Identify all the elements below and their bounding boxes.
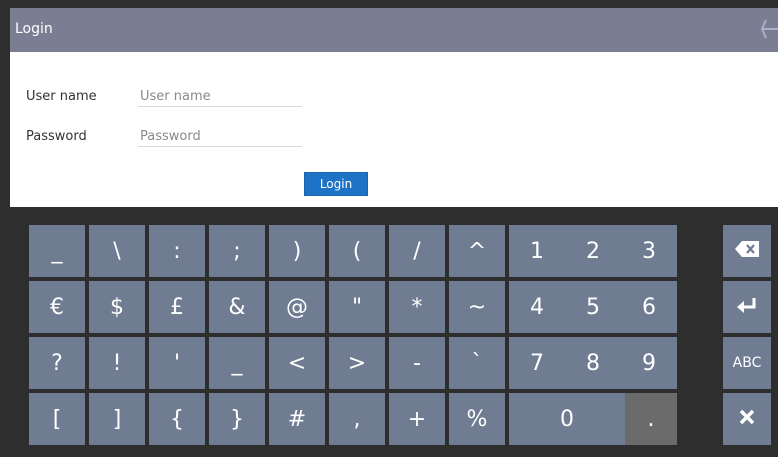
key-3[interactable]: 3 xyxy=(621,225,677,277)
key-underscore[interactable]: _ xyxy=(29,225,85,277)
app-window: Login User name Password Login _ \ : ; )… xyxy=(0,0,778,457)
key-euro[interactable]: € xyxy=(29,281,85,333)
key-7[interactable]: 7 xyxy=(509,337,565,389)
key-open-paren[interactable]: ( xyxy=(329,225,385,277)
key-2[interactable]: 2 xyxy=(565,225,621,277)
key-minus[interactable]: - xyxy=(389,337,445,389)
key-open-bracket[interactable]: [ xyxy=(29,393,85,445)
key-period[interactable]: . xyxy=(625,393,677,445)
close-icon xyxy=(738,407,756,432)
backspace-icon xyxy=(734,239,760,264)
key-9[interactable]: 9 xyxy=(621,337,677,389)
key-tilde[interactable]: ~ xyxy=(449,281,505,333)
login-button[interactable]: Login xyxy=(304,172,368,196)
key-colon[interactable]: : xyxy=(149,225,205,277)
title-bar: Login xyxy=(10,8,778,52)
password-input[interactable] xyxy=(138,126,302,147)
key-comma[interactable]: , xyxy=(329,393,385,445)
key-exclamation[interactable]: ! xyxy=(89,337,145,389)
page-title: Login xyxy=(15,21,53,37)
key-caret[interactable]: ^ xyxy=(449,225,505,277)
backspace-key[interactable] xyxy=(723,225,771,277)
back-arrow-icon[interactable] xyxy=(760,14,778,44)
abc-key[interactable]: ABC xyxy=(723,337,771,389)
key-question[interactable]: ? xyxy=(29,337,85,389)
key-semicolon[interactable]: ; xyxy=(209,225,265,277)
key-backtick[interactable]: ` xyxy=(449,337,505,389)
key-hash[interactable]: # xyxy=(269,393,325,445)
key-underscore-2[interactable]: _ xyxy=(209,337,265,389)
key-backslash[interactable]: \ xyxy=(89,225,145,277)
key-8[interactable]: 8 xyxy=(565,337,621,389)
key-slash[interactable]: / xyxy=(389,225,445,277)
key-plus[interactable]: + xyxy=(389,393,445,445)
key-ampersand[interactable]: & xyxy=(209,281,265,333)
username-input[interactable] xyxy=(138,86,302,107)
key-double-quote[interactable]: " xyxy=(329,281,385,333)
key-5[interactable]: 5 xyxy=(565,281,621,333)
enter-key[interactable] xyxy=(723,281,771,333)
key-dollar[interactable]: $ xyxy=(89,281,145,333)
key-6[interactable]: 6 xyxy=(621,281,677,333)
key-pound[interactable]: £ xyxy=(149,281,205,333)
key-close-paren[interactable]: ) xyxy=(269,225,325,277)
key-less-than[interactable]: < xyxy=(269,337,325,389)
key-close-bracket[interactable]: ] xyxy=(89,393,145,445)
enter-icon xyxy=(736,295,758,320)
key-greater-than[interactable]: > xyxy=(329,337,385,389)
key-4[interactable]: 4 xyxy=(509,281,565,333)
key-percent[interactable]: % xyxy=(449,393,505,445)
key-0[interactable]: 0 xyxy=(509,393,625,445)
key-open-brace[interactable]: { xyxy=(149,393,205,445)
on-screen-keyboard: _ \ : ; ) ( / ^ 1 2 3 € $ £ & @ " * ~ 4 … xyxy=(10,207,778,457)
key-asterisk[interactable]: * xyxy=(389,281,445,333)
key-close-brace[interactable]: } xyxy=(209,393,265,445)
password-label: Password xyxy=(26,129,87,144)
key-apostrophe[interactable]: ' xyxy=(149,337,205,389)
username-label: User name xyxy=(26,89,97,104)
key-1[interactable]: 1 xyxy=(509,225,565,277)
close-keyboard-key[interactable] xyxy=(723,393,771,445)
key-at[interactable]: @ xyxy=(269,281,325,333)
login-form: User name Password Login xyxy=(10,52,778,207)
